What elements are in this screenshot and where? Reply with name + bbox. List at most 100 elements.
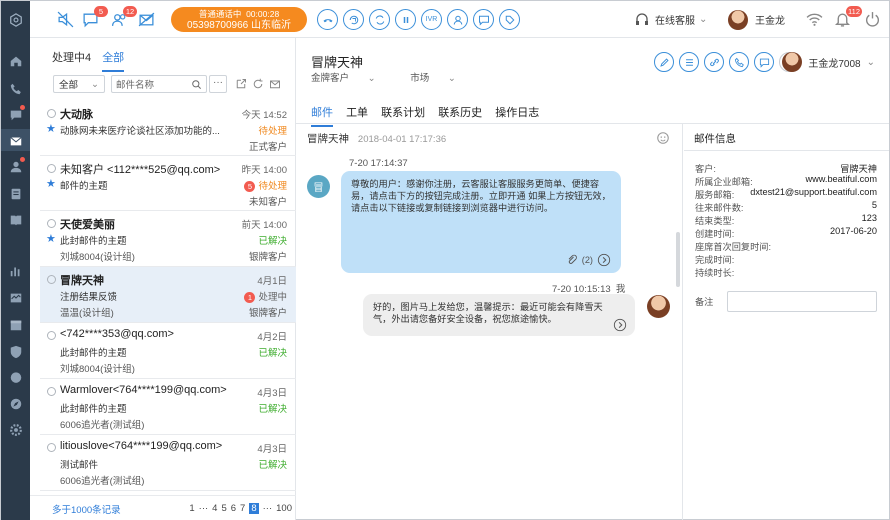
chevron-right-icon[interactable]	[613, 318, 627, 332]
ticket-icon[interactable]	[8, 186, 23, 201]
message-icon[interactable]	[8, 370, 23, 385]
select-radio[interactable]	[47, 443, 56, 452]
chat-bubble-icon[interactable]: 5	[81, 6, 108, 28]
mail-subject: 邮件的主题	[60, 181, 108, 192]
assignee[interactable]: 王金龙7008 ⌄	[782, 52, 875, 72]
calendar-icon[interactable]	[8, 317, 23, 332]
department-select[interactable]: 市场 ⌄	[410, 73, 472, 84]
hold-button[interactable]	[343, 9, 364, 30]
mail-sender: 冒牌天神	[60, 275, 104, 287]
page-current[interactable]: 8	[249, 503, 259, 514]
refresh-icon[interactable]	[252, 78, 264, 90]
emoji-icon[interactable]	[656, 131, 670, 145]
page-link[interactable]: 6	[231, 503, 236, 514]
select-radio[interactable]	[47, 331, 56, 340]
page-ellipsis: ···	[262, 503, 273, 514]
agent-name: 王金龙	[755, 16, 785, 27]
export-icon[interactable]	[235, 78, 247, 90]
phone-icon[interactable]	[8, 81, 23, 96]
paperclip-icon[interactable]	[566, 254, 578, 266]
select-radio[interactable]	[47, 275, 56, 284]
avatar	[728, 9, 748, 30]
agent-button[interactable]	[447, 9, 468, 30]
mail-item-0[interactable]: ★ 大动脉 今天 14:52 动脉网未来医疗论谈社区添加功能的... 待处理 正…	[40, 101, 296, 156]
avatar	[782, 52, 803, 72]
page-link[interactable]: 7	[240, 503, 245, 514]
logo-icon	[8, 12, 23, 27]
star-icon[interactable]: ★	[46, 177, 56, 190]
book-icon[interactable]	[8, 212, 23, 227]
call-button[interactable]	[729, 52, 749, 72]
more-button[interactable]: ···	[209, 75, 227, 93]
scrollbar[interactable]	[676, 232, 680, 287]
select-radio[interactable]	[47, 164, 56, 173]
tab-contact-plan[interactable]: 联系计划	[381, 104, 425, 125]
users-icon[interactable]: 12	[110, 6, 137, 28]
mail-item-4[interactable]: <742****353@qq.com> 4月2日 此封邮件的主题 已解决 刘城8…	[40, 323, 296, 379]
page-link[interactable]: 5	[221, 503, 226, 514]
home-icon[interactable]	[8, 53, 23, 68]
info-row: 完成时间:	[695, 252, 877, 266]
monitor-icon[interactable]	[8, 290, 23, 305]
shield-icon[interactable]	[8, 344, 23, 359]
contact-icon[interactable]	[8, 157, 25, 174]
mail-time: 4月2日	[257, 332, 287, 343]
link-button[interactable]	[704, 52, 724, 72]
agent-profile[interactable]: 王金龙	[728, 1, 785, 38]
call-status-pill[interactable]: 普通通话中 00:00:28 05398700966 山东临沂	[171, 7, 307, 32]
list-button[interactable]	[679, 52, 699, 72]
transfer-button[interactable]	[369, 9, 390, 30]
tab-all[interactable]: 全部	[102, 49, 125, 72]
page-link[interactable]: 100	[276, 503, 292, 514]
conversation-header: 冒牌天神 2018-04-01 17:17:36	[307, 131, 446, 146]
tab-operation-log[interactable]: 操作日志	[495, 104, 539, 125]
select-radio[interactable]	[47, 109, 56, 118]
info-row: 座席首次回复时间:	[695, 239, 877, 253]
select-radio[interactable]	[47, 219, 56, 228]
tab-processing[interactable]: 处理中4	[52, 49, 91, 70]
mail-sender: 大动脉	[60, 109, 93, 121]
top-bar: 5 12 普通通话中 00:00:28 05398700966 山东临沂 IVR…	[30, 1, 889, 38]
star-icon[interactable]: ★	[46, 122, 56, 135]
power-icon[interactable]	[863, 10, 881, 28]
compose-mail-icon[interactable]	[269, 78, 281, 90]
search-input[interactable]: 邮件名称	[111, 75, 207, 93]
tab-contact-history[interactable]: 联系历史	[438, 104, 482, 125]
mail-icon[interactable]	[8, 133, 23, 148]
chat-button[interactable]	[754, 52, 774, 72]
compass-icon[interactable]	[8, 396, 23, 411]
note-input[interactable]	[727, 291, 877, 312]
ivr-button[interactable]: IVR	[421, 9, 442, 30]
tab-ticket[interactable]: 工单	[346, 104, 368, 125]
customer-level-select[interactable]: 金牌客户 ⌄	[311, 73, 392, 84]
select-radio[interactable]	[47, 387, 56, 396]
online-status[interactable]: 在线客服 ⌄	[634, 1, 707, 38]
chevron-right-icon[interactable]	[597, 253, 611, 267]
mail-item-3[interactable]: 冒牌天神 4月1日 注册结果反馈 1 处理中 温温(设计组) 银牌客户	[40, 267, 296, 323]
message-text: 好的，图片马上发给您，温馨提示：最近可能会有降雪天气，外出请您备好安全设备，祝您…	[373, 302, 603, 324]
mail-item-1[interactable]: ★ 未知客户 <112****525@qq.com> 昨天 14:00 邮件的主…	[40, 156, 296, 211]
tag-button[interactable]	[499, 9, 520, 30]
mail-status: 已解决	[258, 460, 287, 471]
note-label: 备注	[695, 297, 714, 307]
stats-icon[interactable]	[8, 263, 23, 278]
settings-icon[interactable]	[8, 422, 23, 437]
chat-icon[interactable]	[8, 105, 25, 122]
mail-time: 4月1日	[257, 276, 287, 287]
mail-item-5[interactable]: Warmlover<764****199@qq.com> 4月3日 此封邮件的主…	[40, 379, 296, 435]
star-icon[interactable]: ★	[46, 232, 56, 245]
status-select[interactable]: 全部 ⌄	[53, 75, 105, 93]
mail-item-2[interactable]: ★ 天使爱美丽 前天 14:00 此封邮件的主题 已解决 刘城8004(设计组)…	[40, 211, 296, 267]
page-link[interactable]: 4	[212, 503, 217, 514]
search-icon[interactable]	[191, 79, 202, 90]
message-time: 7-20 17:14:37	[349, 158, 408, 169]
bell-icon[interactable]: 112	[833, 6, 862, 28]
page-link[interactable]: 1	[189, 503, 194, 514]
pause-button[interactable]	[395, 9, 416, 30]
hangup-button[interactable]	[317, 9, 338, 30]
mail-item-6[interactable]: litiouslove<764****199@qq.com> 4月3日 测试邮件…	[40, 435, 296, 491]
mail-off-icon[interactable]	[137, 10, 155, 28]
edit-button[interactable]	[654, 52, 674, 72]
message-button[interactable]	[473, 9, 494, 30]
mute-icon[interactable]	[56, 10, 74, 28]
